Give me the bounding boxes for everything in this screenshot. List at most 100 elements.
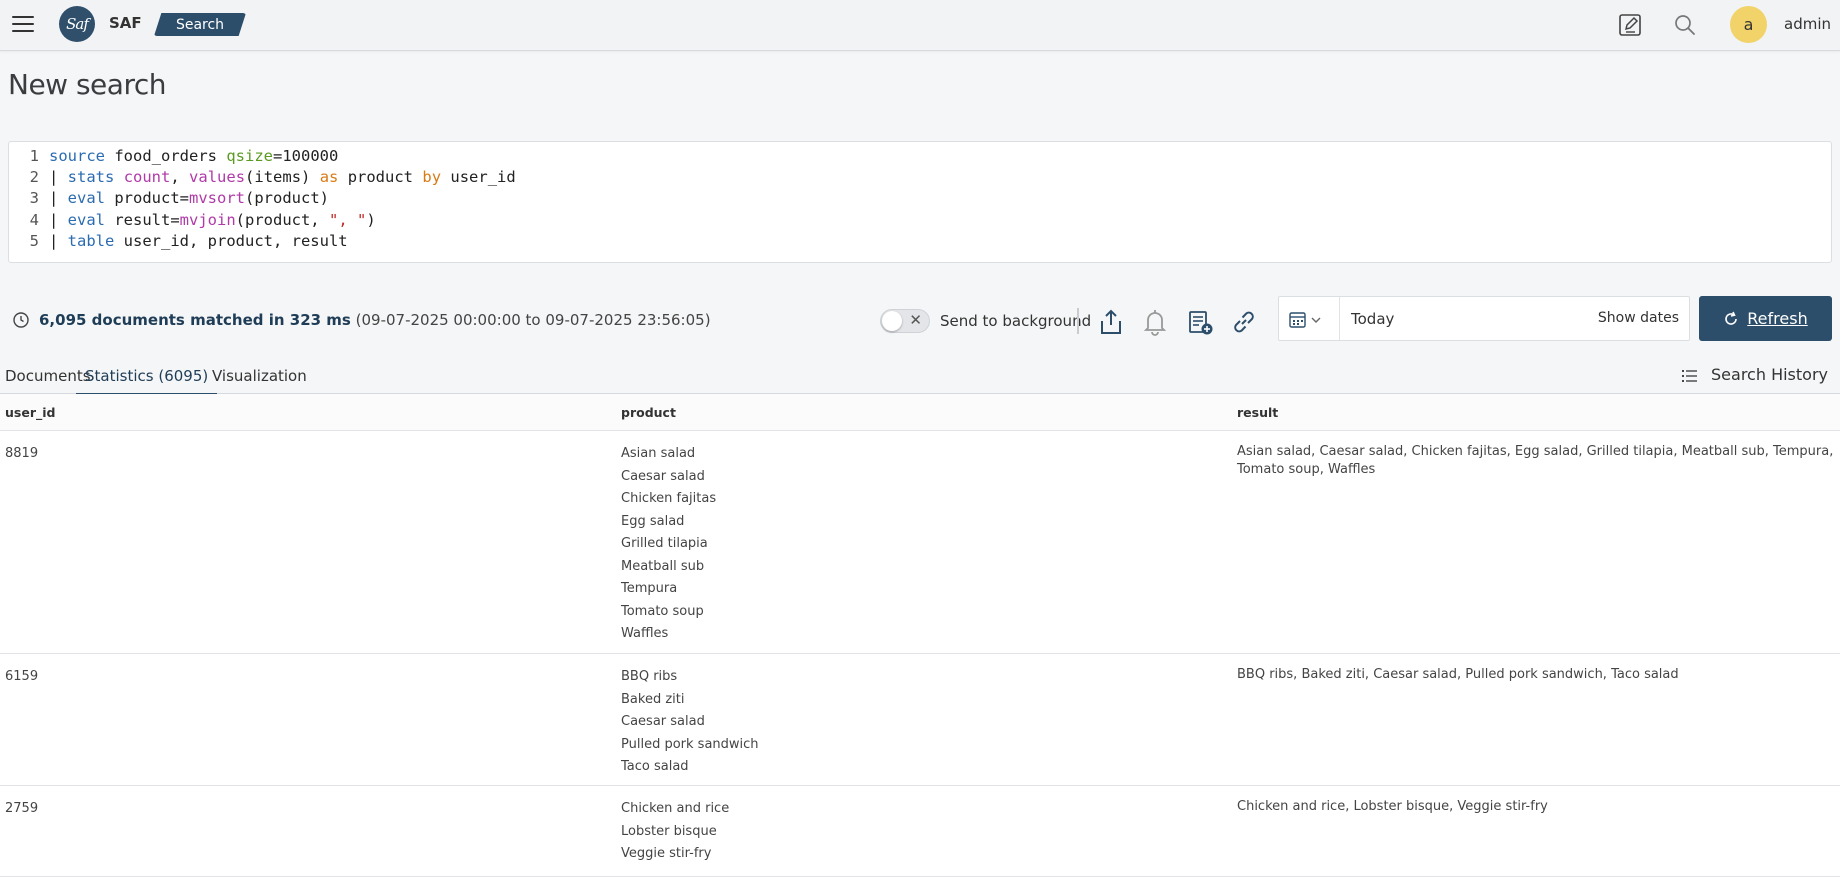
query-token: | [49, 210, 68, 229]
line-number: 1 [29, 147, 39, 165]
query-line[interactable]: 4 | eval result=mvjoin(product, ", ") [9, 210, 376, 231]
query-token: =100000 [273, 147, 339, 165]
column-header-user-id[interactable]: user_id [5, 405, 55, 420]
product-item: Waffles [621, 626, 669, 641]
query-token: as [319, 168, 339, 187]
table-row[interactable]: 6159 BBQ ribs Baked ziti Caesar salad Pulled… [0, 654, 1840, 786]
product-item: Pulled pork sandwich [621, 736, 759, 752]
query-editor[interactable]: 1 source food_orders qsize=100000 2 | stats… [8, 141, 1832, 263]
product-item: Meatball sub [621, 558, 705, 574]
product-item: Tempura [621, 581, 678, 596]
search-history-label: Search History [1711, 365, 1828, 384]
query-token: table [67, 231, 115, 250]
result-tabs: Documents Statistics (6095) Visualizatio… [0, 360, 1840, 395]
product-item: Grilled tilapia [621, 536, 708, 551]
search-history-button[interactable]: Search History [1681, 365, 1828, 384]
toggle-knob [882, 311, 902, 331]
product-item: Asian salad [621, 446, 696, 461]
product-item: Lobster bisque [621, 823, 717, 839]
refresh-button[interactable]: Refresh [1699, 296, 1832, 341]
matched-range: (09-07-2025 00:00:00 to 09-07-2025 23:56… [355, 311, 711, 329]
table-row[interactable]: 2759 Chicken and rice Lobster bisque Veggie… [0, 786, 1840, 877]
query-token: values [189, 168, 246, 187]
query-token [114, 168, 123, 186]
date-divider [1339, 297, 1340, 340]
query-token: | [49, 231, 68, 250]
product-item: Egg salad [621, 513, 685, 529]
cell-result: Chicken and rice, Lobster bisque, Veggie… [1237, 799, 1548, 814]
refresh-icon [1725, 311, 1738, 325]
product-item: Caesar salad [621, 714, 705, 729]
product-item: Chicken and rice [621, 801, 730, 816]
query-token: count [123, 168, 171, 187]
list-icon [1681, 369, 1697, 382]
show-dates-link[interactable]: Show dates [1598, 310, 1679, 326]
username[interactable]: admin [1784, 15, 1831, 33]
query-line[interactable]: 1 source food_orders qsize=100000 [9, 146, 339, 167]
cell-user-id: 6159 [5, 669, 39, 684]
query-token: , [170, 168, 190, 187]
cell-result: BBQ ribs, Baked ziti, Caesar salad, Pull… [1237, 667, 1679, 682]
query-token: mvjoin [179, 210, 236, 229]
query-token: product= [105, 189, 189, 208]
avatar[interactable]: a [1730, 6, 1767, 43]
calendar-icon[interactable] [1289, 310, 1323, 330]
tab-statistics[interactable]: Statistics (6095) [76, 367, 218, 395]
product-item: Caesar salad [621, 468, 705, 484]
query-token: (product) [245, 189, 329, 208]
menu-icon[interactable] [12, 16, 34, 34]
date-value[interactable]: Today [1351, 310, 1394, 328]
query-token: (product, [235, 210, 329, 229]
send-to-background-toggle[interactable]: ✕ [880, 309, 930, 333]
query-token: source [49, 147, 105, 165]
bell-icon[interactable] [1140, 307, 1170, 337]
line-number: 5 [29, 231, 39, 250]
send-to-background-label: Send to background [940, 312, 1092, 330]
cell-user-id: 8819 [5, 446, 39, 461]
query-token: product [338, 168, 423, 187]
edit-icon[interactable] [1617, 12, 1643, 38]
matched-summary: 6,095 documents matched in 323 ms (09-07… [39, 311, 711, 329]
query-token: ", " [328, 210, 367, 229]
clock-icon [13, 312, 29, 328]
query-line[interactable]: 3 | eval product=mvsort(product) [9, 188, 329, 209]
query-token: user_id, product, result [114, 231, 348, 250]
search-nav-button[interactable]: Search [154, 13, 246, 36]
query-token: ) [366, 210, 376, 229]
divider [1077, 308, 1079, 334]
top-bar: Saf SAF Search a admin [0, 0, 1840, 51]
query-token: stats [67, 168, 115, 187]
add-report-icon[interactable] [1185, 307, 1215, 337]
product-item: BBQ ribs [621, 669, 678, 684]
link-icon[interactable] [1229, 307, 1259, 337]
query-token: result= [105, 210, 180, 229]
query-line[interactable]: 2 | stats count, values(items) as product… [9, 167, 516, 188]
product-item: Veggie stir-fry [621, 846, 712, 861]
cell-result: Asian salad, Caesar salad, Chicken fajit… [1237, 444, 1834, 477]
page-title: New search [8, 68, 166, 101]
query-token: | [49, 168, 68, 187]
line-number: 2 [29, 168, 39, 187]
query-token: eval [67, 210, 105, 229]
cell-product: BBQ ribs Baked ziti Caesar salad Pulled por… [621, 666, 759, 779]
date-picker[interactable]: Today Show dates [1278, 296, 1690, 341]
tab-visualization[interactable]: Visualization [212, 367, 307, 393]
query-token: user_id [441, 168, 516, 187]
column-header-result[interactable]: result [1237, 405, 1278, 420]
query-token: qsize [226, 147, 273, 165]
saf-logo[interactable]: Saf [59, 6, 95, 42]
cell-product: Chicken and rice Lobster bisque Veggie sti… [621, 798, 729, 866]
share-icon[interactable] [1096, 307, 1126, 337]
query-token: mvsort [189, 189, 245, 208]
results-table: user_id product result 8819 Asian salad Ca… [0, 394, 1840, 877]
product-item: Baked ziti [621, 691, 685, 707]
query-token: (items) [245, 168, 320, 187]
search-icon[interactable] [1672, 12, 1698, 38]
query-line[interactable]: 5 | table user_id, product, result [9, 231, 348, 252]
status-row: 6,095 documents matched in 323 ms (09-07… [0, 296, 1840, 346]
table-row[interactable]: 8819 Asian salad Caesar salad Chicken fajit… [0, 431, 1840, 654]
close-icon: ✕ [909, 311, 922, 329]
line-number: 3 [29, 189, 39, 208]
column-header-product[interactable]: product [621, 405, 676, 420]
product-item: Taco salad [621, 759, 689, 774]
